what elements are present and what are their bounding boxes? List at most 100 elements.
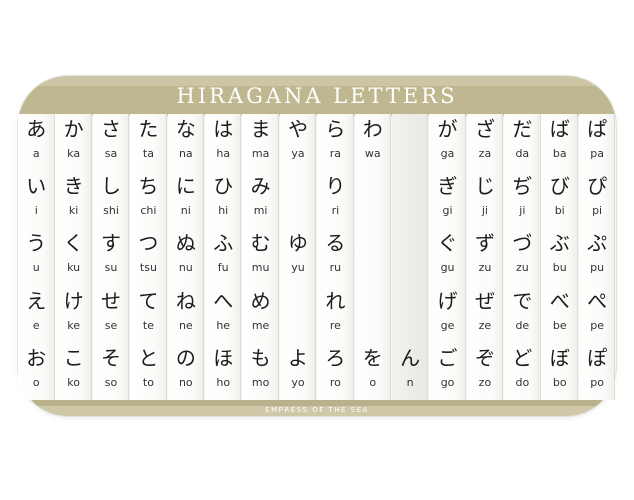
romaji-label: mi: [253, 204, 268, 218]
kana-cell: て te: [130, 286, 167, 343]
kana-glyph: ぬ: [175, 231, 196, 256]
kana-column: は ha ひ hi ふ fu へ he ほ ho: [204, 114, 242, 400]
kana-column: んn: [391, 114, 429, 400]
kana-glyph: て: [138, 288, 159, 313]
kana-cell: よ yo: [280, 343, 317, 400]
kana-cell: や ya: [280, 114, 317, 171]
kana-glyph: し: [101, 174, 122, 199]
kana-glyph: ず: [474, 231, 495, 256]
kana-column: な na に ni ぬ nu ね ne の no: [167, 114, 205, 400]
kana-cell: ば ba: [541, 114, 578, 171]
kana-grid: あ a い i う u え e お o か ka き ki く ku け ke こ ko さ sa し shi す su せ se そ s…: [18, 114, 616, 400]
kana-glyph: じ: [474, 174, 495, 199]
kana-glyph: む: [250, 231, 271, 256]
kana-cell: も mo: [242, 343, 279, 400]
kana-cell: んn: [392, 343, 429, 400]
kana-column: ら ra り ri る ru れ re ろ ro: [317, 114, 354, 400]
romaji-label: he: [216, 318, 231, 332]
romaji-label: ni: [180, 204, 191, 218]
romaji-label: ka: [67, 147, 81, 160]
kana-cell: み mi: [242, 171, 279, 228]
kana-cell: [280, 171, 317, 228]
kana-glyph: ご: [437, 345, 458, 370]
kana-column: わ wa を o: [354, 114, 392, 400]
romaji-label: ru: [329, 261, 342, 275]
kana-glyph: け: [63, 288, 84, 313]
romaji-label: ro: [329, 375, 341, 389]
kana-cell: の no: [168, 343, 205, 400]
kana-glyph: と: [138, 345, 159, 370]
kana-glyph: な: [175, 117, 196, 141]
romaji-label: ga: [440, 147, 455, 160]
kana-glyph: も: [250, 345, 271, 370]
romaji-label: ma: [251, 147, 270, 160]
romaji-label: ra: [329, 147, 341, 160]
kana-cell: [355, 286, 392, 343]
romaji-label: su: [104, 261, 118, 275]
romaji-label: se: [104, 318, 118, 332]
romaji-label: ko: [67, 375, 80, 389]
kana-cell: ぺ pe: [579, 286, 616, 343]
kana-cell: ぐ gu: [429, 228, 466, 285]
kana-cell: で de: [504, 286, 541, 343]
kana-glyph: は: [213, 117, 234, 141]
romaji-label: ba: [552, 147, 567, 160]
chart-title: HIRAGANA LETTERS: [176, 84, 458, 108]
kana-glyph: ぼ: [549, 345, 570, 370]
romaji-label: gu: [440, 261, 455, 275]
kana-glyph: あ: [26, 117, 47, 141]
kana-glyph: ら: [325, 117, 346, 141]
kana-glyph: さ: [101, 117, 122, 141]
kana-column: ぱ pa ぴ pi ぷ pu ぺ pe ぽ po: [578, 114, 616, 400]
kana-glyph: が: [437, 117, 458, 141]
romaji-label: o: [32, 375, 40, 389]
romaji-label: de: [515, 318, 530, 332]
romaji-label: ta: [142, 147, 154, 160]
kana-glyph: よ: [287, 345, 308, 370]
kana-cell: をo: [355, 343, 392, 400]
kana-glyph: う: [26, 231, 47, 256]
kana-cell: し shi: [93, 171, 130, 228]
kana-glyph: ち: [138, 174, 159, 199]
romaji-label: pe: [590, 318, 604, 332]
kana-cell: ひ hi: [205, 171, 242, 228]
kana-cell: む mu: [242, 228, 279, 285]
kana-cell: な na: [168, 114, 205, 171]
romaji-label: sa: [104, 147, 118, 160]
kana-cell: げ ge: [429, 286, 466, 343]
kana-glyph: せ: [101, 288, 122, 313]
kana-glyph: ぽ: [587, 345, 608, 370]
kana-cell: づ zu: [504, 228, 541, 285]
kana-cell: ま ma: [242, 114, 279, 171]
kana-cell: わ wa: [355, 114, 392, 171]
kana-cell: おo: [18, 343, 55, 400]
kana-glyph: す: [101, 231, 122, 256]
kana-glyph: わ: [362, 117, 383, 141]
romaji-label: mu: [251, 261, 270, 275]
kana-glyph: た: [138, 117, 159, 141]
kana-column: が ga ぎ gi ぐ gu げ ge ご go: [429, 114, 466, 400]
romaji-label: pu: [590, 261, 605, 275]
romaji-label: go: [440, 375, 455, 389]
romaji-label: so: [104, 375, 118, 389]
romaji-label: ke: [67, 318, 81, 332]
kana-column: ま ma み mi む mu め me も mo: [242, 114, 279, 400]
kana-cell: ざ za: [467, 114, 504, 171]
romaji-label: da: [515, 147, 530, 160]
kana-glyph: お: [26, 345, 47, 370]
kana-cell: り ri: [317, 171, 354, 228]
kana-glyph: や: [287, 117, 308, 141]
kana-column: だ da ぢ ji づ zu で de ど do: [504, 114, 541, 400]
kana-cell: そ so: [93, 343, 130, 400]
kana-glyph: ん: [400, 345, 421, 370]
romaji-label: hi: [218, 204, 229, 218]
romaji-label: u: [32, 261, 40, 275]
kana-cell: ぢ ji: [504, 171, 541, 228]
kana-glyph: ぺ: [587, 288, 608, 313]
kana-glyph: つ: [138, 231, 159, 256]
kana-glyph: み: [250, 174, 271, 199]
kana-cell: ぞ zo: [467, 343, 504, 400]
romaji-label: a: [32, 147, 40, 160]
romaji-label: zo: [478, 375, 492, 389]
kana-glyph: ひ: [213, 174, 234, 199]
